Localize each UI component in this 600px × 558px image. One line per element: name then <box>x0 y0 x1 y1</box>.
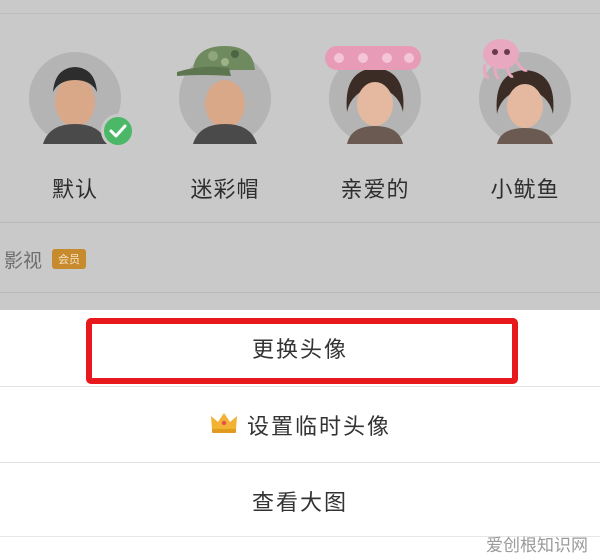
selected-badge <box>101 114 135 148</box>
avatar-preview <box>479 39 571 144</box>
avatar-preview <box>325 46 421 144</box>
avatar-preview <box>29 52 135 148</box>
avatar-option-little-squid[interactable]: 小鱿鱼 <box>450 39 600 204</box>
movie-label: 影视 <box>4 249 43 272</box>
avatar-label: 小鱿鱼 <box>490 178 560 203</box>
section-divider <box>0 292 600 293</box>
avatar-option-default[interactable]: 默认 <box>0 52 150 204</box>
highlight-annotation <box>86 318 518 384</box>
avatar-option-camo-cap[interactable]: 迷彩帽 <box>150 46 300 204</box>
watermark: 爱创根知识网 <box>486 536 588 556</box>
top-divider <box>0 0 600 14</box>
avatar-label: 亲爱的 <box>340 178 410 203</box>
check-icon <box>109 124 127 138</box>
avatar-label: 迷彩帽 <box>190 178 260 203</box>
set-temp-avatar-button[interactable]: 设置临时头像 <box>0 387 600 463</box>
camo-cap-icon <box>177 46 255 76</box>
view-large-image-label: 查看大图 <box>251 491 348 516</box>
avatar-preview <box>177 46 271 144</box>
view-large-image-button[interactable]: 查看大图 <box>0 463 600 539</box>
squid-icon <box>483 39 528 80</box>
movie-row[interactable]: 影视 会员 <box>0 244 87 274</box>
avatar-label: 默认 <box>51 178 98 203</box>
sticker-icon <box>325 46 421 70</box>
crown-icon <box>209 410 239 440</box>
set-temp-avatar-label: 设置临时头像 <box>246 415 391 440</box>
section-divider <box>0 222 600 223</box>
avatar-decoration-panel: 默认 迷彩帽 亲爱的 小鱿鱼 影视 会员 <box>0 0 600 310</box>
vip-badge: 会员 <box>52 249 87 269</box>
avatar-option-dear[interactable]: 亲爱的 <box>300 46 450 204</box>
